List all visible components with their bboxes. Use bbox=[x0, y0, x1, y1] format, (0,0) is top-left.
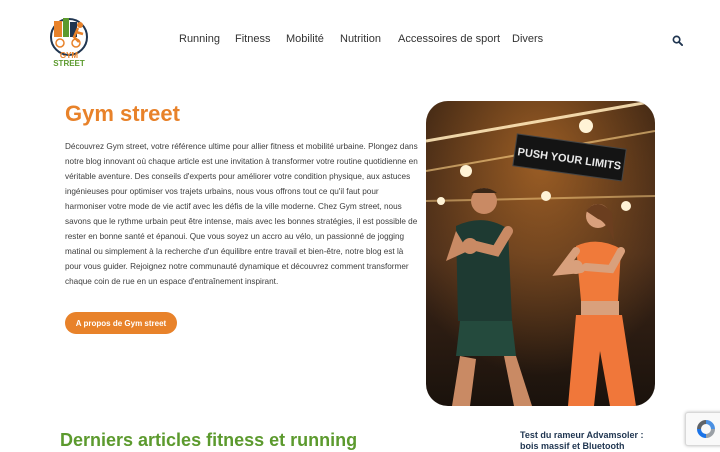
recaptcha-badge[interactable] bbox=[685, 412, 720, 446]
search-icon[interactable] bbox=[672, 35, 683, 46]
page-title: Gym street bbox=[65, 101, 180, 126]
side-article-link[interactable]: Test du rameur Advamsoler : bois massif … bbox=[520, 430, 660, 452]
nav-running[interactable]: Running bbox=[179, 33, 220, 45]
nav-mobilite[interactable]: Mobilité bbox=[286, 33, 324, 45]
hero-image: PUSH YOUR LIMITS bbox=[426, 101, 655, 406]
nav-accessoires[interactable]: Accessoires de sport bbox=[398, 33, 500, 45]
recaptcha-icon bbox=[697, 420, 715, 438]
svg-text:STREET: STREET bbox=[53, 59, 85, 67]
nav-nutrition[interactable]: Nutrition bbox=[340, 33, 381, 45]
intro-paragraph: Découvrez Gym street, votre référence ul… bbox=[65, 142, 418, 286]
latest-articles-heading: Derniers articles fitness et running bbox=[60, 430, 358, 450]
fitness-couple-image: PUSH YOUR LIMITS bbox=[426, 101, 655, 406]
nav-divers[interactable]: Divers bbox=[512, 33, 543, 45]
nav-fitness[interactable]: Fitness bbox=[235, 33, 270, 45]
about-button[interactable]: A propos de Gym street bbox=[65, 312, 177, 334]
gym-street-logo[interactable]: GYM STREET bbox=[48, 15, 92, 67]
